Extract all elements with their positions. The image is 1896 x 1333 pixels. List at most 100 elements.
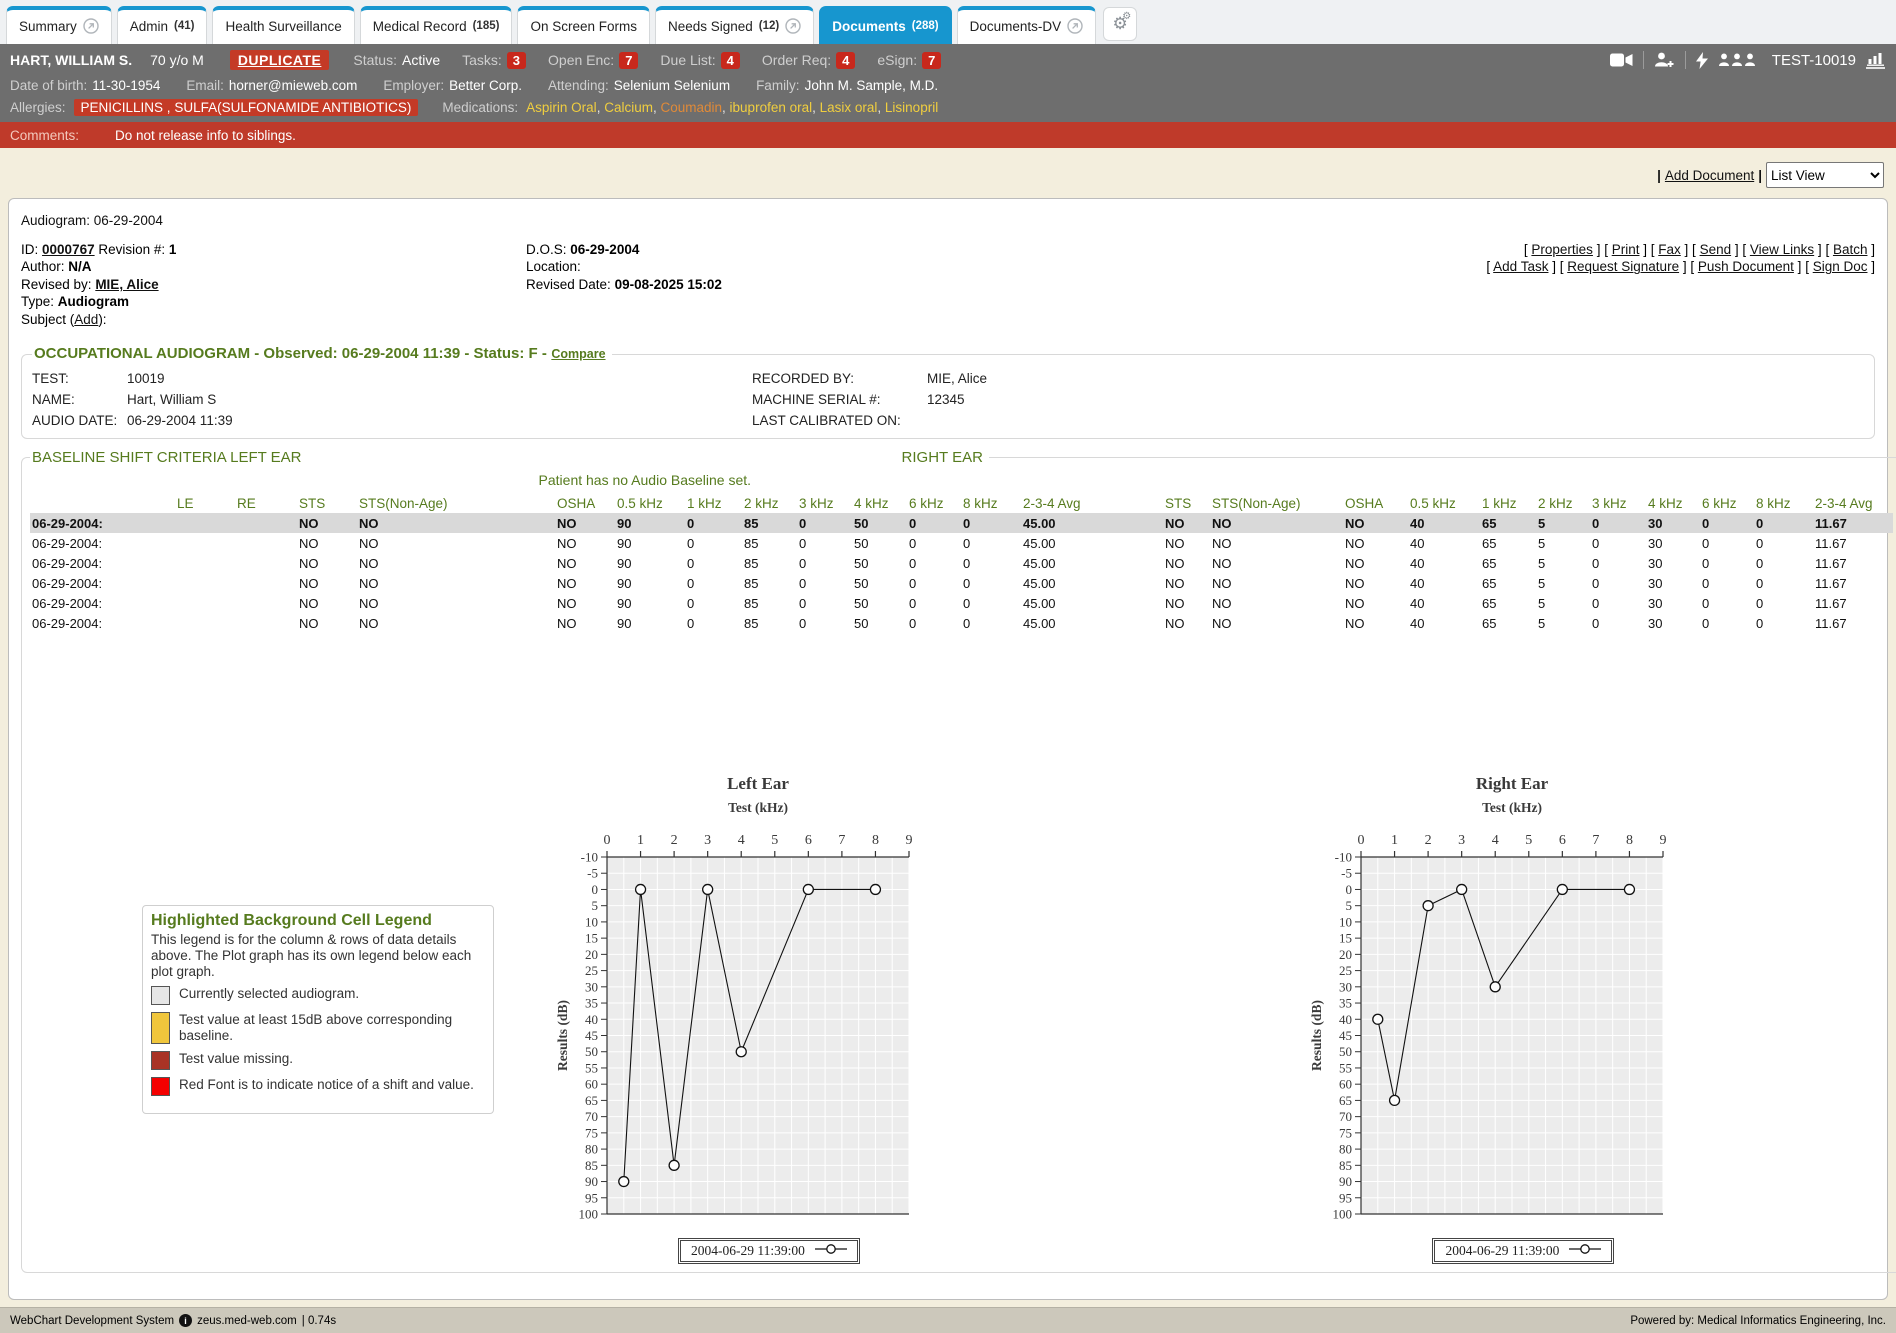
svg-text:5: 5 [1526, 833, 1533, 848]
tab-documents-dv[interactable]: Documents-DV [957, 6, 1097, 44]
revised-by-link[interactable]: MIE, Alice [95, 277, 158, 292]
external-link-icon[interactable] [1067, 18, 1083, 34]
request-signature-link[interactable]: Request Signature [1567, 259, 1679, 274]
view-links-link[interactable]: View Links [1750, 242, 1814, 257]
allergies-badge[interactable]: PENICILLINS , SULFA(SULFONAMIDE ANTIBIOT… [74, 99, 419, 116]
meta-actions-column: [ Properties ] [ Print ] [ Fax ] [ Send … [1086, 242, 1875, 329]
print-link[interactable]: Print [1612, 242, 1640, 257]
demographic-value: Selenium Selenium [614, 78, 730, 93]
compare-link[interactable]: Compare [551, 347, 605, 361]
left-ear-value: NO [555, 513, 615, 533]
allergies-label: Allergies: [10, 100, 66, 115]
left-ear-col-2-3-4-avg: 2-3-4 Avg [1021, 494, 1129, 513]
left-ear-col-8-khz: 8 kHz [961, 494, 1021, 513]
send-link[interactable]: Send [1700, 242, 1732, 257]
left-ear-col-2-khz: 2 kHz [742, 494, 797, 513]
add-person-icon[interactable] [1654, 52, 1675, 68]
left-ear-value [175, 553, 235, 573]
left-ear-value: 85 [742, 593, 797, 613]
right-ear-value: 30 [1646, 593, 1700, 613]
type-value: Audiogram [58, 294, 129, 309]
lightning-icon[interactable] [1696, 52, 1708, 69]
counter-badge[interactable]: 7 [619, 52, 638, 69]
svg-text:0: 0 [591, 882, 598, 897]
svg-text:25: 25 [585, 963, 598, 978]
left-ear-value: 90 [615, 553, 685, 573]
occupational-audiogram-header: OCCUPATIONAL AUDIOGRAM - Observed: 06-29… [32, 345, 612, 363]
left-ear-col-1-khz: 1 kHz [685, 494, 742, 513]
counter-badge[interactable]: 7 [922, 52, 941, 69]
left-ear-value [175, 573, 235, 593]
add-task-link[interactable]: Add Task [1493, 259, 1548, 274]
tab-needs-signed[interactable]: Needs Signed(12) [655, 6, 814, 44]
settings-gear-button[interactable]: ⚙⚙ [1103, 7, 1137, 41]
tab-label: On Screen Forms [530, 19, 637, 34]
table-row: 06-29-2004:NONONO900850500045.00NONONO40… [30, 593, 1893, 613]
tab-on-screen-forms[interactable]: On Screen Forms [517, 6, 650, 44]
separator: | [1657, 168, 1661, 183]
tab-medical-record[interactable]: Medical Record(185) [360, 6, 513, 44]
add-document-link[interactable]: Add Document [1665, 168, 1754, 183]
external-link-icon[interactable] [785, 18, 801, 34]
flowsheet-chart-icon[interactable] [1866, 52, 1886, 69]
right-ear-value: 0 [1754, 573, 1813, 593]
tab-admin[interactable]: Admin(41) [117, 6, 208, 44]
id-label: ID: [21, 242, 38, 257]
table-row: 06-29-2004:NONONO900850500045.00NONONO40… [30, 533, 1893, 553]
right-ear-value: 40 [1408, 573, 1480, 593]
counter-badge[interactable]: 4 [836, 52, 855, 69]
legend-swatch [151, 986, 170, 1005]
svg-text:Left Ear: Left Ear [727, 774, 789, 793]
separator: , [722, 100, 730, 115]
right-ear-value: NO [1163, 513, 1210, 533]
push-document-link[interactable]: Push Document [1698, 259, 1794, 274]
tab-count: (12) [759, 20, 779, 32]
right-ear-value: 40 [1408, 613, 1480, 633]
left-ear-value: NO [357, 573, 555, 593]
svg-text:-5: -5 [1342, 866, 1353, 881]
line-marker-icon [815, 1243, 847, 1259]
left-ear-value: NO [555, 593, 615, 613]
subject-add-link[interactable]: Add [74, 312, 98, 327]
subject-suffix: ): [98, 312, 106, 327]
external-link-icon[interactable] [83, 18, 99, 34]
fax-link[interactable]: Fax [1658, 242, 1681, 257]
left-ear-value: 0 [907, 533, 961, 553]
left-ear-col-osha: OSHA [555, 494, 615, 513]
batch-link[interactable]: Batch [1833, 242, 1868, 257]
left-ear-value: 0 [907, 573, 961, 593]
table-row: 06-29-2004:NONONO900850500045.00NONONO40… [30, 513, 1893, 533]
tab-documents[interactable]: Documents(288) [819, 6, 951, 44]
properties-link[interactable]: Properties [1531, 242, 1593, 257]
svg-text:-10: -10 [581, 850, 598, 865]
document-id-link[interactable]: 0000767 [42, 242, 95, 257]
left-ear-value [175, 613, 235, 633]
counter-badge[interactable]: 3 [507, 52, 526, 69]
left-ear-value: 85 [742, 553, 797, 573]
right-ear-value: 65 [1480, 533, 1536, 553]
baseline-shift-section: BASELINE SHIFT CRITERIA LEFT EAR RIGHT E… [21, 449, 1896, 1273]
tab-health-surveillance[interactable]: Health Surveillance [212, 6, 354, 44]
svg-text:-5: -5 [587, 866, 598, 881]
patient-counters: Tasks:3Open Enc:7Due List:4Order Req:4eS… [462, 52, 963, 69]
svg-text:6: 6 [805, 833, 812, 848]
svg-text:40: 40 [1339, 1012, 1352, 1027]
view-mode-select[interactable]: List View [1766, 162, 1884, 188]
medication-name: Aspirin Oral [526, 100, 597, 115]
svg-text:95: 95 [1339, 1191, 1352, 1206]
tab-summary[interactable]: Summary [6, 6, 112, 44]
machine-serial-value: 12345 [927, 392, 1866, 407]
svg-text:100: 100 [1333, 1207, 1353, 1222]
baseline-right-title: RIGHT EAR [902, 449, 983, 466]
svg-text:30: 30 [1339, 980, 1352, 995]
care-team-icon[interactable] [1718, 53, 1756, 67]
video-camera-icon[interactable] [1610, 53, 1633, 67]
counter-tasks: Tasks:3 [462, 52, 526, 69]
left-ear-value: 0 [797, 513, 852, 533]
sign-doc-link[interactable]: Sign Doc [1813, 259, 1868, 274]
counter-badge[interactable]: 4 [721, 52, 740, 69]
main-content: | Add Document | List View Audiogram: 06… [0, 148, 1896, 1307]
right-ear-value: NO [1343, 533, 1408, 553]
duplicate-badge[interactable]: DUPLICATE [230, 50, 330, 70]
svg-text:7: 7 [1593, 833, 1600, 848]
